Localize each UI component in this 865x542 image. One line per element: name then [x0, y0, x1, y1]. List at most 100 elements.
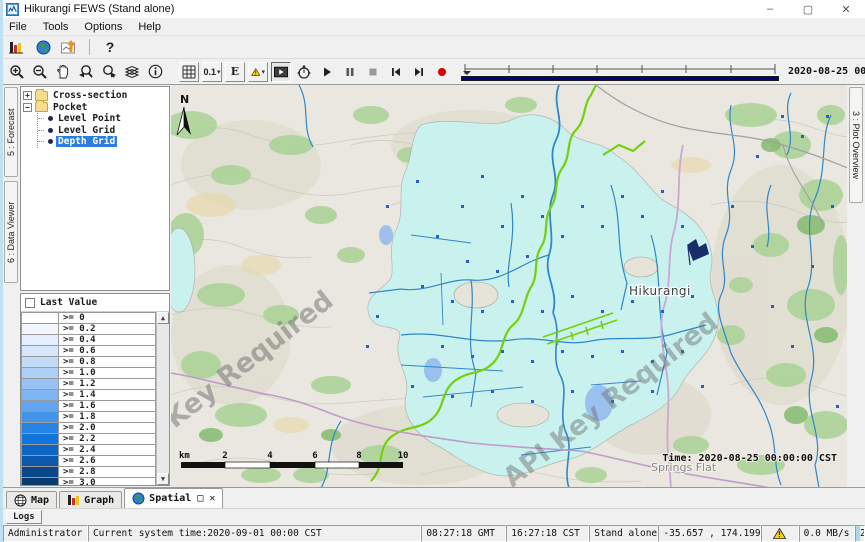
zoom-in-icon[interactable]	[7, 62, 27, 82]
play-button[interactable]	[317, 62, 337, 82]
menu-file[interactable]: File	[9, 21, 27, 33]
legend-row[interactable]: >= 2.6	[21, 455, 156, 466]
tree-item-pocket[interactable]: − Pocket	[23, 102, 167, 114]
tree-item-level-grid[interactable]: Level Grid	[38, 125, 167, 137]
tab-graph[interactable]: Graph	[59, 491, 122, 508]
tab-forecast[interactable]: 5 : Forecast	[4, 87, 18, 177]
wireframe-globe-icon	[14, 494, 27, 507]
legend-row[interactable]: >= 1.2	[21, 378, 156, 389]
legend-row[interactable]: >= 0.4	[21, 334, 156, 345]
info-icon[interactable]	[145, 62, 165, 82]
timeline-handle	[463, 71, 471, 75]
legend-row[interactable]: >= 1.4	[21, 389, 156, 400]
zoom-previous-icon[interactable]	[76, 62, 96, 82]
animation-movie-button[interactable]	[271, 62, 291, 82]
legend-row[interactable]: >= 2.2	[21, 433, 156, 444]
menu-options[interactable]: Options	[84, 21, 122, 33]
layer-tree: + Cross-section − Pocket Level Point	[20, 86, 170, 291]
legend-scrollbar[interactable]: ▲ ▼	[156, 312, 169, 485]
map-view[interactable]: API Key Required API Key Required Hikura…	[171, 85, 847, 487]
class-break-dropdown[interactable]: 0.1 ▾	[202, 62, 222, 82]
logs-row: Logs	[3, 508, 865, 525]
maximize-button[interactable]: ▢	[789, 0, 827, 18]
title-bar: Hikurangi FEWS (Stand alone) – ▢ ✕	[3, 0, 865, 18]
legend-row[interactable]: >= 0.2	[21, 323, 156, 334]
legend-label: >= 3.0	[58, 477, 156, 485]
scroll-down-icon[interactable]: ▼	[157, 473, 169, 485]
expand-icon[interactable]: +	[23, 91, 32, 100]
skip-to-end-button[interactable]	[409, 62, 429, 82]
plots-icon[interactable]	[7, 37, 27, 57]
status-user: Administrator	[3, 525, 88, 542]
status-system-time: Current system time:2020-09-01 00:00 CST	[88, 525, 421, 542]
logs-button[interactable]: Logs	[6, 510, 42, 524]
tree-item-level-point[interactable]: Level Point	[38, 113, 167, 125]
legend-swatch	[21, 477, 59, 485]
zoom-next-icon[interactable]	[99, 62, 119, 82]
status-mode: Stand alone	[589, 525, 658, 542]
zoom-out-icon[interactable]	[30, 62, 50, 82]
legend-row[interactable]: >= 2.4	[21, 444, 156, 455]
tab-map[interactable]: Map	[6, 491, 57, 508]
map-time-label: Time: 2020-08-25 00:00:00 CST	[662, 452, 837, 464]
labels-toggle-button[interactable]: E	[225, 62, 245, 82]
main-area: 5 : Forecast 6 : Data Viewer + Cross-sec…	[3, 84, 865, 487]
skip-to-start-button[interactable]	[386, 62, 406, 82]
tab-data-viewer[interactable]: 6 : Data Viewer	[4, 181, 18, 283]
legend-row[interactable]: >= 0.6	[21, 345, 156, 356]
globe-icon[interactable]	[33, 37, 53, 57]
help-button[interactable]: ?	[100, 37, 120, 57]
record-button[interactable]	[432, 62, 452, 82]
pan-icon[interactable]	[53, 62, 73, 82]
menu-help[interactable]: Help	[138, 21, 161, 33]
timeline-extent-bar	[461, 76, 779, 81]
svg-text:N: N	[180, 93, 189, 106]
chevron-down-icon: ▾	[217, 68, 221, 76]
tab-spatial[interactable]: Spatial □ ✕	[124, 488, 223, 508]
menu-tools[interactable]: Tools	[43, 21, 69, 33]
timeline-slider[interactable]	[461, 62, 779, 81]
legend-row[interactable]: >= 2.0	[21, 422, 156, 433]
tree-item-cross-section[interactable]: + Cross-section	[23, 90, 167, 102]
legend-row[interactable]: >= 1.8	[21, 411, 156, 422]
grid-display-button[interactable]	[179, 62, 199, 82]
last-value-checkbox[interactable]	[25, 298, 35, 308]
status-bar: Administrator Current system time:2020-0…	[3, 525, 865, 542]
layers-icon[interactable]	[122, 62, 142, 82]
legend-row[interactable]: >= 0	[21, 312, 156, 323]
bottom-tab-bar: Map Graph Spatial □ ✕	[3, 487, 865, 508]
pause-button[interactable]	[340, 62, 360, 82]
svg-text:km: km	[179, 451, 190, 461]
menu-bar: File Tools Options Help	[3, 18, 865, 36]
legend-row[interactable]: >= 0.8	[21, 356, 156, 367]
node-bullet-icon	[48, 139, 53, 144]
tab-maximize-icon[interactable]: □	[197, 493, 203, 504]
legend-row[interactable]: >= 2.8	[21, 466, 156, 477]
main-toolbar: ?	[3, 36, 865, 58]
legend-row[interactable]: >= 1.6	[21, 400, 156, 411]
stop-button[interactable]	[363, 62, 383, 82]
legend-row[interactable]: >= 1.0	[21, 367, 156, 378]
thresholds-dropdown[interactable]: ▾	[248, 62, 268, 82]
spatial-display-icon[interactable]	[59, 37, 79, 57]
status-coordinates: -35.657 , 174.199	[658, 525, 761, 542]
legend-row[interactable]: >= 3.0	[21, 477, 156, 485]
town-label: Hikurangi	[629, 284, 691, 298]
status-warning-icon[interactable]	[761, 525, 799, 542]
svg-text:4: 4	[267, 451, 273, 461]
status-gmt-time: 08:27:18 GMT	[421, 525, 506, 542]
animation-settings-icon[interactable]	[294, 62, 314, 82]
tab-close-icon[interactable]: ✕	[209, 493, 215, 504]
map-toolbar: 0.1 ▾ E ▾	[3, 58, 865, 84]
close-button[interactable]: ✕	[827, 0, 865, 18]
node-bullet-icon	[48, 116, 53, 121]
legend-title: Last Value	[40, 297, 97, 308]
collapse-icon[interactable]: −	[23, 103, 32, 112]
tab-plot-overview[interactable]: 3 : Plot Overview	[849, 87, 863, 203]
minimize-button[interactable]: –	[751, 0, 789, 18]
status-download-rate: 0.0 MB/s	[799, 525, 855, 542]
tree-item-depth-grid[interactable]: Depth Grid	[38, 136, 167, 148]
left-tab-strip: 5 : Forecast 6 : Data Viewer	[3, 85, 19, 487]
scroll-up-icon[interactable]: ▲	[157, 312, 169, 324]
app-icon	[6, 3, 19, 16]
